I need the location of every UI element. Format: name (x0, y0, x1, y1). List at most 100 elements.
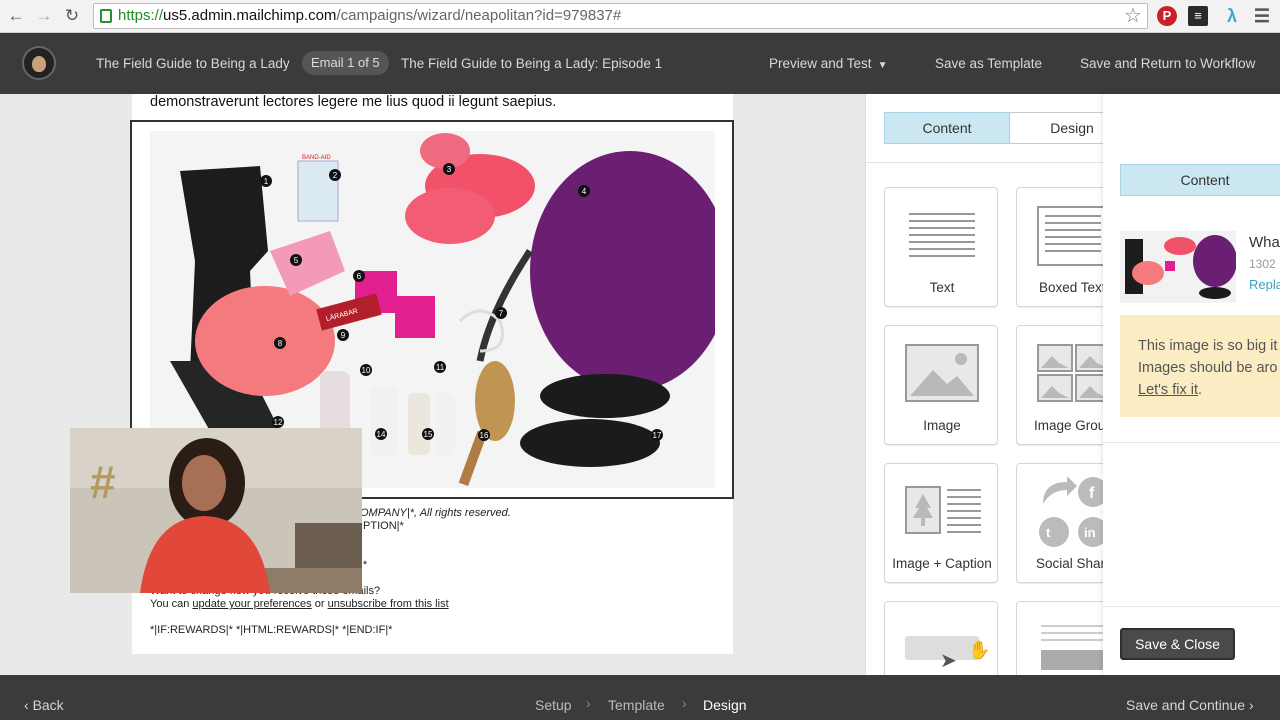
image-filename: What (1249, 234, 1280, 251)
campaign-name-link[interactable]: The Field Guide to Being a Lady (96, 56, 290, 71)
browser-toolbar: ← → ↻ https://us5.admin.mailchimp.com/ca… (0, 0, 1280, 33)
boxed-text-block-tile[interactable]: Boxed Text (1016, 187, 1105, 307)
tile-label: Social Share (1036, 556, 1105, 571)
tile-label: Image (923, 418, 961, 433)
warning-line-2: Images should be aro (1138, 360, 1278, 376)
photo-number: 10 (362, 366, 371, 375)
photo-number: 9 (341, 331, 346, 340)
footer-rewards-tag[interactable]: *|IF:REWARDS|* *|HTML:REWARDS|* *|END:IF… (150, 624, 392, 636)
warning-period: . (1197, 382, 1203, 398)
boxed-text-block-icon (1037, 206, 1105, 266)
text-block-tile[interactable]: Text (884, 187, 998, 307)
save-continue-label: Save and Continue (1126, 697, 1246, 713)
photo-number: 7 (499, 309, 504, 318)
image-group-block-tile[interactable]: Image Group (1016, 325, 1105, 445)
email-body-text[interactable]: demonstraverunt lectores legere me lius … (150, 94, 556, 110)
footer-you-can: You can (150, 598, 190, 610)
unsubscribe-link[interactable]: unsubscribe from this list (328, 598, 449, 610)
image-size-warning: This image is so big it Images should be… (1120, 315, 1280, 417)
svg-text:t: t (1046, 525, 1051, 540)
image-caption-block-icon (905, 486, 981, 534)
tile-label: Text (929, 280, 955, 295)
back-label: Back (32, 697, 64, 713)
back-button[interactable]: ‹ Back (24, 697, 64, 713)
webcam-overlay: # (70, 428, 362, 593)
photo-number: 14 (377, 430, 386, 439)
svg-text:in: in (1084, 525, 1096, 540)
email-count-badge[interactable]: Email 1 of 5 (302, 51, 389, 75)
svg-text:#: # (90, 456, 116, 508)
buffer-icon[interactable]: ≡ (1188, 6, 1208, 26)
photo-number: 1 (264, 177, 269, 186)
step-setup[interactable]: Setup (535, 697, 572, 713)
panel-divider (1103, 442, 1280, 443)
photo-number: 15 (424, 430, 433, 439)
reload-icon[interactable]: ↻ (62, 6, 82, 26)
footer-preferences-line[interactable]: You can update your preferences or unsub… (150, 598, 449, 610)
tab-content[interactable]: Content (884, 112, 1010, 144)
fix-image-link[interactable]: Let's fix it (1138, 382, 1198, 398)
menu-icon[interactable]: ☰ (1252, 6, 1272, 26)
svg-text:f: f (1089, 485, 1095, 502)
tile-label: Image + Caption (892, 556, 992, 571)
chevron-right-icon: › (682, 695, 687, 711)
divider-block-icon (1041, 625, 1105, 670)
thumbnail-illustration (1120, 231, 1236, 303)
save-return-workflow-button[interactable]: Save and Return to Workflow (1080, 56, 1255, 71)
url-path: /campaigns/wizard/neapolitan?id=979837# (336, 7, 622, 24)
preview-test-menu[interactable]: Preview and Test ▼ (769, 56, 887, 71)
url-host: us5.admin.mailchimp.com (163, 7, 337, 24)
tab-design[interactable]: Design (1009, 112, 1105, 144)
bandaid-label: BAND-AID (302, 155, 331, 161)
image-dimensions: 1302 (1249, 257, 1276, 271)
photo-number: 8 (278, 339, 283, 348)
save-continue-button[interactable]: Save and Continue › (1126, 697, 1254, 713)
forward-arrow-icon[interactable]: → (34, 6, 54, 26)
wizard-footer: ‹ Back Setup › Template › Design Save an… (0, 675, 1280, 720)
chevron-right-icon: › (1248, 697, 1254, 713)
photo-number: 3 (447, 165, 452, 174)
chevron-down-icon: ▼ (877, 60, 888, 71)
button-block-tile[interactable]: ➤ ✋ (884, 601, 998, 675)
image-group-block-icon (1037, 344, 1105, 402)
tab-content-settings[interactable]: Content (1120, 164, 1280, 196)
save-close-button[interactable]: Save & Close (1120, 628, 1235, 660)
mailchimp-logo-icon[interactable] (22, 46, 56, 80)
panel-divider (1103, 606, 1280, 607)
footer-copyright[interactable]: OMPANY|*, All rights reserved. (360, 507, 511, 519)
image-block-icon (905, 344, 979, 402)
tile-label: Boxed Text (1039, 280, 1105, 295)
social-share-block-tile[interactable]: f t in Social Share (1016, 463, 1105, 583)
step-design[interactable]: Design (703, 697, 747, 713)
address-bar[interactable]: https://us5.admin.mailchimp.com/campaign… (93, 3, 1148, 29)
image-block-tile[interactable]: Image (884, 325, 998, 445)
save-as-template-button[interactable]: Save as Template (935, 56, 1042, 71)
back-arrow-icon[interactable]: ← (6, 6, 26, 26)
preview-test-label: Preview and Test (769, 56, 872, 71)
update-preferences-link[interactable]: update your preferences (192, 598, 311, 610)
url-scheme: https:// (118, 7, 164, 24)
photo-number: 12 (274, 418, 283, 427)
photo-number: 2 (333, 171, 338, 180)
footer-description[interactable]: IPTION|* (360, 520, 404, 532)
panel-tabs: Content Design (884, 112, 1105, 144)
hand-cursor-icon: ✋ (968, 640, 991, 660)
photo-number: 11 (436, 363, 445, 372)
replace-image-link[interactable]: Replace (1249, 277, 1280, 292)
divider-block-tile[interactable] (1016, 601, 1105, 675)
pinterest-icon[interactable]: P (1157, 6, 1177, 26)
social-share-block-icon: f t in (1039, 476, 1105, 547)
extension-icon[interactable]: λ (1222, 6, 1242, 26)
app-header: The Field Guide to Being a Lady Email 1 … (0, 33, 1280, 94)
tile-label: Image Group (1034, 418, 1105, 433)
image-caption-block-tile[interactable]: Image + Caption (884, 463, 998, 583)
photo-number: 4 (582, 187, 587, 196)
step-template[interactable]: Template (608, 697, 665, 713)
warning-line-1: This image is so big it (1138, 338, 1278, 354)
star-icon[interactable]: ☆ (1124, 3, 1142, 28)
footer-copyright-text: OMPANY|*, All rights reserved. (360, 507, 511, 519)
image-thumbnail[interactable] (1120, 231, 1236, 303)
image-settings-panel: Content What 1302 Replace This image is … (1103, 94, 1280, 675)
presenter-video-illustration: # (70, 428, 362, 593)
chevron-left-icon: ‹ (24, 697, 29, 713)
